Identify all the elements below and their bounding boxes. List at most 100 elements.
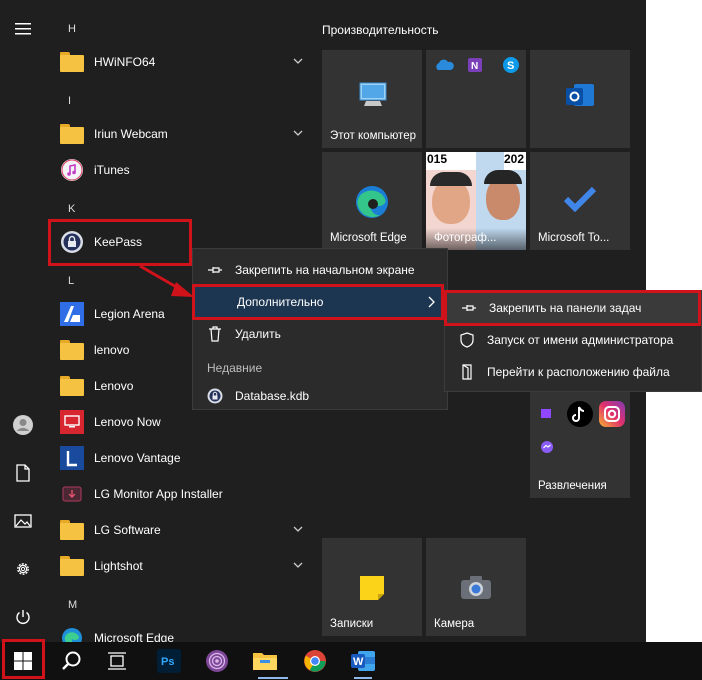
- letter-header-k[interactable]: K: [68, 203, 75, 215]
- app-item-itunes[interactable]: iTunes: [60, 152, 310, 188]
- word-icon[interactable]: W: [340, 642, 386, 680]
- app-label: Iriun Webcam: [94, 127, 168, 141]
- taskbar: Ps W: [0, 642, 702, 680]
- tile-label: Записки: [330, 618, 374, 630]
- checkmark-icon: [563, 186, 597, 215]
- sticky-note-icon: [358, 574, 386, 605]
- tiktok-icon: [566, 400, 594, 431]
- chevron-right-icon: [428, 296, 435, 311]
- legion-arena-icon: [60, 302, 84, 326]
- app-item-lg-software[interactable]: LG Software: [60, 512, 310, 548]
- letter-header-h[interactable]: H: [68, 23, 76, 35]
- app-label: Lightshot: [94, 559, 143, 573]
- menu-item-open-file-location[interactable]: Перейти к расположению файла: [445, 357, 699, 387]
- app-item-iriun-webcam[interactable]: Iriun Webcam: [60, 116, 310, 152]
- tile-sticky-notes[interactable]: Записки: [322, 538, 422, 636]
- settings-gear-icon[interactable]: [8, 554, 38, 584]
- twitch-icon: [540, 408, 552, 423]
- tile-camera[interactable]: Камера: [426, 538, 526, 636]
- tile-office-group[interactable]: N S: [426, 50, 526, 148]
- onedrive-icon: [434, 58, 454, 75]
- itunes-icon: [60, 158, 84, 182]
- documents-icon[interactable]: [8, 458, 38, 488]
- app-label: Legion Arena: [94, 307, 165, 321]
- instagram-icon: [598, 400, 626, 431]
- tile-microsoft-todo[interactable]: Microsoft To...: [530, 152, 630, 250]
- start-button[interactable]: [0, 642, 46, 680]
- tile-entertainment[interactable]: Развлечения: [530, 392, 630, 498]
- lenovo-now-icon: [60, 410, 84, 434]
- chrome-icon[interactable]: [292, 642, 338, 680]
- app-item-microsoft-edge[interactable]: Microsoft Edge: [60, 620, 310, 642]
- tile-this-pc[interactable]: Этот компьютер: [322, 50, 422, 148]
- this-pc-icon: [358, 82, 388, 111]
- tile-photos[interactable]: 015 202 Фотограф...: [426, 152, 526, 250]
- photo-year-right: 202: [504, 152, 526, 170]
- app-item-lg-monitor-installer[interactable]: LG Monitor App Installer: [60, 476, 310, 512]
- pictures-icon[interactable]: [8, 506, 38, 536]
- folder-icon: [60, 122, 84, 146]
- letter-header-m[interactable]: M: [68, 599, 77, 611]
- folder-icon: [60, 338, 84, 362]
- app-item-hwinfo64[interactable]: HWiNFO64: [60, 44, 310, 80]
- letter-header-l[interactable]: L: [68, 275, 74, 287]
- folder-icon: [60, 374, 84, 398]
- submenu: Закрепить на панели задач Запуск от имен…: [444, 290, 702, 392]
- edge-icon: [60, 626, 84, 642]
- shield-icon: [459, 332, 475, 348]
- app-label: Lenovo: [94, 379, 134, 393]
- hamburger-menu-icon[interactable]: [8, 14, 38, 44]
- app-label: Lenovo Now: [94, 415, 161, 429]
- power-icon[interactable]: [8, 602, 38, 632]
- chevron-down-icon[interactable]: [292, 127, 304, 139]
- hair-right: [484, 170, 522, 184]
- app-item-lightshot[interactable]: Lightshot: [60, 548, 310, 584]
- tile-microsoft-edge[interactable]: Microsoft Edge: [322, 152, 422, 250]
- running-indicator: [354, 677, 372, 679]
- task-view-icon[interactable]: [94, 642, 140, 680]
- app-label: LG Software: [94, 523, 161, 537]
- app-label: Lenovo Vantage: [94, 451, 181, 465]
- hair-left: [430, 172, 472, 186]
- tile-outlook[interactable]: [530, 50, 630, 148]
- tile-label: Microsoft To...: [538, 232, 610, 244]
- search-icon[interactable]: [48, 642, 94, 680]
- menu-item-more[interactable]: Дополнительно: [195, 287, 445, 317]
- messenger-icon: [540, 440, 554, 457]
- menu-item-run-as-admin[interactable]: Запуск от имени администратора: [445, 325, 699, 355]
- menu-item-uninstall[interactable]: Удалить: [193, 319, 447, 349]
- lenovo-vantage-icon: [60, 446, 84, 470]
- svg-text:W: W: [353, 656, 364, 668]
- app-item-lenovo-vantage[interactable]: Lenovo Vantage: [60, 440, 310, 476]
- svg-text:N: N: [471, 61, 478, 72]
- photoshop-icon[interactable]: Ps: [146, 642, 192, 680]
- tile-group-title[interactable]: Производительность: [322, 23, 438, 37]
- menu-item-pin-to-start[interactable]: Закрепить на начальном экране: [193, 255, 447, 285]
- folder-icon: [60, 518, 84, 542]
- user-avatar-icon[interactable]: [8, 410, 38, 440]
- app-label: KeePass: [94, 235, 143, 249]
- windows-logo-icon: [14, 652, 32, 670]
- menu-item-recent-database[interactable]: Database.kdb: [193, 381, 447, 411]
- camera-icon: [460, 574, 492, 603]
- app-label: iTunes: [94, 163, 130, 177]
- skype-icon: S: [502, 56, 520, 77]
- edge-icon: [354, 184, 390, 223]
- chevron-down-icon[interactable]: [292, 55, 304, 67]
- context-menu: Закрепить на начальном экране Дополнител…: [192, 248, 448, 410]
- svg-text:Ps: Ps: [161, 656, 174, 668]
- file-explorer-icon[interactable]: [242, 642, 288, 680]
- tor-browser-icon[interactable]: [194, 642, 240, 680]
- chevron-down-icon[interactable]: [292, 523, 304, 535]
- menu-item-pin-to-taskbar[interactable]: Закрепить на панели задач: [447, 293, 699, 323]
- onenote-icon: N: [466, 56, 484, 77]
- folder-icon: [60, 554, 84, 578]
- svg-text:S: S: [507, 60, 514, 72]
- chevron-down-icon[interactable]: [292, 559, 304, 571]
- tile-label: Развлечения: [538, 480, 607, 492]
- keepass-lock-icon: [207, 388, 223, 404]
- tile-label: Фотограф...: [434, 232, 497, 244]
- app-label: HWiNFO64: [94, 55, 156, 69]
- letter-header-i[interactable]: I: [68, 95, 71, 107]
- file-location-icon: [459, 364, 475, 380]
